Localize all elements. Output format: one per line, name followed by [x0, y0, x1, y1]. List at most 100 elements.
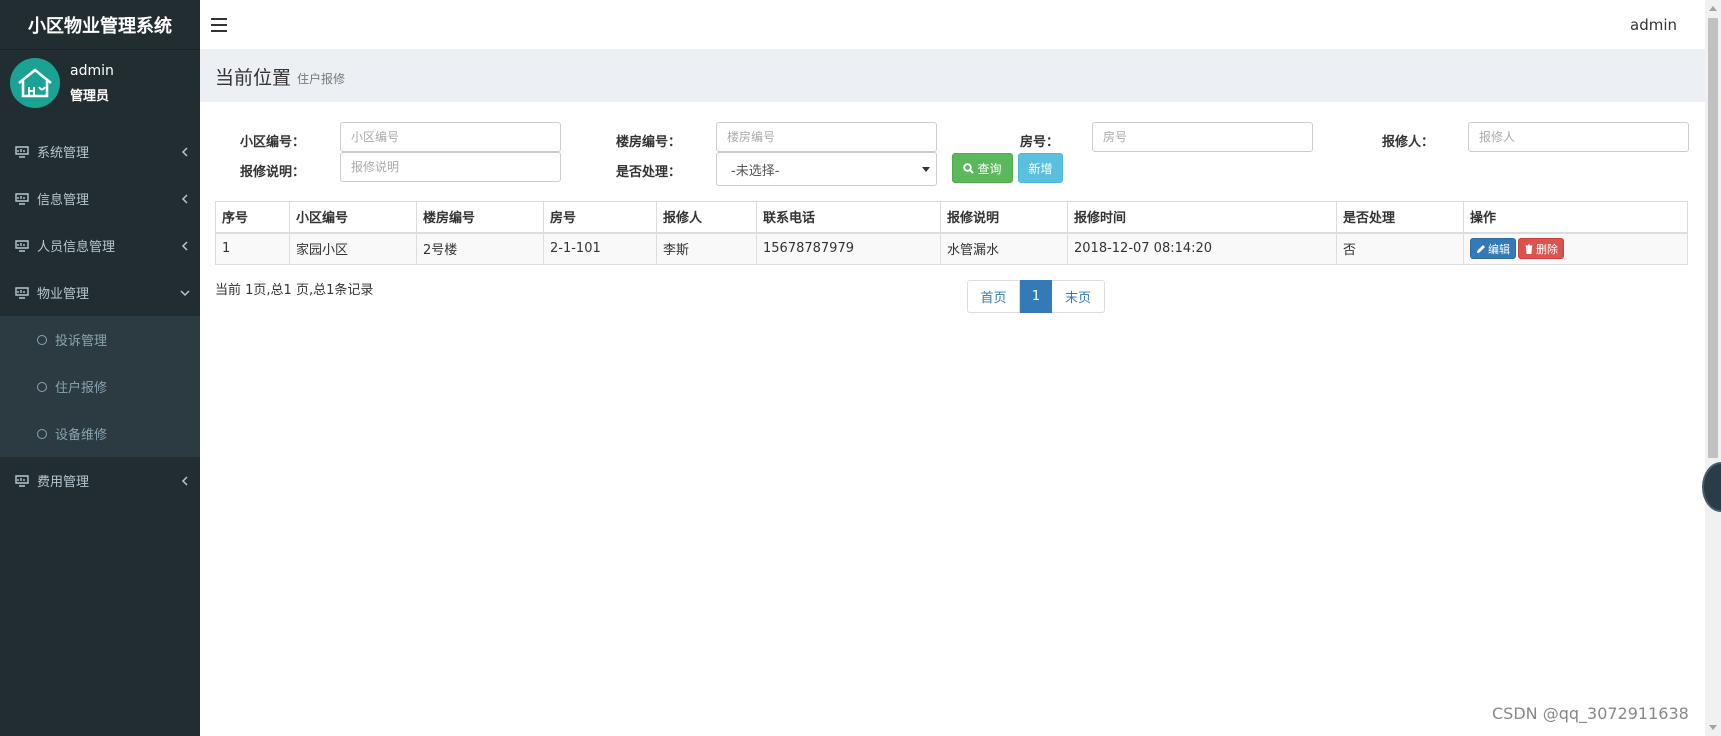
add-button[interactable]: 新增 — [1018, 153, 1063, 183]
user-role: 管理员 — [70, 88, 110, 104]
edit-button-label: 编辑 — [1488, 242, 1510, 256]
column-header: 小区编号 — [289, 201, 417, 234]
sidebar-item-info[interactable]: 信息管理 — [0, 175, 200, 222]
dashboard-icon — [15, 145, 29, 158]
breadcrumb: 当前位置 住户报修 — [200, 50, 1705, 102]
top-user-menu[interactable]: admin — [1630, 16, 1677, 34]
table-cell: 否 — [1336, 232, 1464, 265]
table-cell: 1 — [215, 232, 290, 265]
building-input[interactable] — [716, 122, 937, 152]
sidebar-item-label: 费用管理 — [37, 475, 90, 490]
watermark: CSDN @qq_3072911638 — [1492, 704, 1689, 723]
column-header: 联系电话 — [756, 201, 941, 234]
room-input[interactable] — [1092, 122, 1313, 152]
handled-select[interactable]: -未选择- — [716, 152, 937, 186]
house-icon — [18, 68, 52, 98]
last-page-button[interactable]: 末页 — [1052, 280, 1105, 313]
sidebar-item-label: 信息管理 — [37, 193, 90, 208]
edit-button[interactable]: 编辑 — [1470, 238, 1516, 260]
table-cell: 2-1-101 — [543, 232, 657, 265]
handled-label: 是否处理： — [616, 165, 682, 180]
sidebar-subitem-label: 设备维修 — [55, 428, 108, 443]
scroll-up-arrow-icon[interactable] — [1709, 6, 1717, 11]
query-button-label: 查询 — [977, 161, 1002, 176]
sidebar-menu: 系统管理 信息管理 人员信息管理 物业管理 投诉管理 住户报修 设备维修 费用管… — [0, 128, 200, 504]
sidebar-subitem-equipment[interactable]: 设备维修 — [0, 410, 200, 457]
avatar — [10, 58, 60, 108]
scroll-thumb[interactable] — [1708, 18, 1718, 458]
first-page-button[interactable]: 首页 — [967, 280, 1020, 313]
description-input[interactable] — [340, 152, 561, 182]
sidebar-item-personnel[interactable]: 人员信息管理 — [0, 222, 200, 269]
column-header: 序号 — [215, 201, 290, 234]
dashboard-icon — [15, 286, 29, 299]
handled-select-value: -未选择- — [731, 163, 780, 179]
circle-icon — [37, 428, 47, 439]
room-label: 房号： — [1020, 135, 1060, 150]
sidebar-item-label: 系统管理 — [37, 146, 90, 161]
menu-toggle-icon[interactable] — [211, 17, 227, 32]
chevron-left-icon — [181, 146, 188, 157]
sidebar-item-system[interactable]: 系统管理 — [0, 128, 200, 175]
delete-button[interactable]: 删除 — [1518, 238, 1564, 260]
vertical-scrollbar[interactable] — [1705, 0, 1721, 736]
column-header: 操作 — [1463, 201, 1688, 234]
column-header: 是否处理 — [1336, 201, 1464, 234]
sidebar-item-property[interactable]: 物业管理 — [0, 269, 200, 316]
circle-icon — [37, 334, 47, 345]
app-title: 小区物业管理系统 — [0, 0, 200, 50]
pencil-icon — [1477, 244, 1485, 253]
search-icon — [963, 162, 975, 174]
building-label: 楼房编号： — [616, 135, 682, 150]
dashboard-icon — [15, 239, 29, 252]
trash-icon — [1525, 244, 1533, 254]
column-header: 房号 — [543, 201, 657, 234]
table-header-row: 序号 小区编号 楼房编号 房号 报修人 联系电话 报修说明 报修时间 是否处理 … — [215, 201, 1688, 234]
sidebar-subitem-repairs[interactable]: 住户报修 — [0, 363, 200, 410]
sidebar-item-fees[interactable]: 费用管理 — [0, 457, 200, 504]
sidebar-subitem-label: 住户报修 — [55, 381, 108, 396]
main-content: 当前位置 住户报修 小区编号： 楼房编号： 房号： 报修人： 报修说明： 是否处… — [200, 50, 1705, 736]
page-subtitle: 住户报修 — [297, 71, 346, 86]
column-header: 楼房编号 — [416, 201, 544, 234]
user-panel: admin 管理员 — [0, 50, 200, 116]
chevron-down-icon — [180, 289, 190, 296]
table-cell: 15678787979 — [756, 232, 941, 265]
sidebar-item-label: 物业管理 — [37, 287, 90, 302]
dashboard-icon — [15, 192, 29, 205]
current-page-button[interactable]: 1 — [1020, 280, 1052, 313]
pagination: 首页 1 末页 — [967, 280, 1105, 313]
table-cell: 李斯 — [656, 232, 757, 265]
sidebar: 小区物业管理系统 admin 管理员 系统管理 信息管理 人员信息管理 物业管理… — [0, 0, 200, 736]
table-cell: 家园小区 — [289, 232, 417, 265]
reporter-label: 报修人： — [1382, 135, 1435, 150]
search-form: 小区编号： 楼房编号： 房号： 报修人： 报修说明： 是否处理： -未选择- 查… — [200, 102, 1705, 202]
sidebar-subitem-complaints[interactable]: 投诉管理 — [0, 316, 200, 363]
community-label: 小区编号： — [240, 135, 306, 150]
user-name: admin — [70, 62, 114, 79]
community-input[interactable] — [340, 122, 561, 152]
sidebar-item-label: 人员信息管理 — [37, 240, 116, 255]
table-cell: 2018-12-07 08:14:20 — [1067, 232, 1337, 265]
sidebar-subitem-label: 投诉管理 — [55, 334, 108, 349]
query-button[interactable]: 查询 — [952, 153, 1013, 183]
delete-button-label: 删除 — [1536, 242, 1558, 256]
column-header: 报修时间 — [1067, 201, 1337, 234]
scroll-down-arrow-icon[interactable] — [1709, 725, 1717, 730]
circle-icon — [37, 381, 47, 392]
actions-cell: 编辑 删除 — [1463, 232, 1688, 265]
caret-down-icon — [922, 167, 930, 172]
repair-table: 序号 小区编号 楼房编号 房号 报修人 联系电话 报修说明 报修时间 是否处理 … — [215, 201, 1688, 265]
top-navbar: admin — [200, 0, 1705, 50]
sidebar-submenu: 投诉管理 住户报修 设备维修 — [0, 316, 200, 457]
column-header: 报修说明 — [940, 201, 1068, 234]
add-button-label: 新增 — [1028, 161, 1053, 176]
chevron-left-icon — [181, 240, 188, 251]
pagination-info: 当前 1页,总1 页,总1条记录 — [215, 283, 374, 298]
page-title: 当前位置 — [215, 66, 292, 89]
chevron-left-icon — [181, 475, 188, 486]
reporter-input[interactable] — [1468, 122, 1689, 152]
column-header: 报修人 — [656, 201, 757, 234]
chevron-left-icon — [181, 193, 188, 204]
table-cell: 2号楼 — [416, 232, 544, 265]
